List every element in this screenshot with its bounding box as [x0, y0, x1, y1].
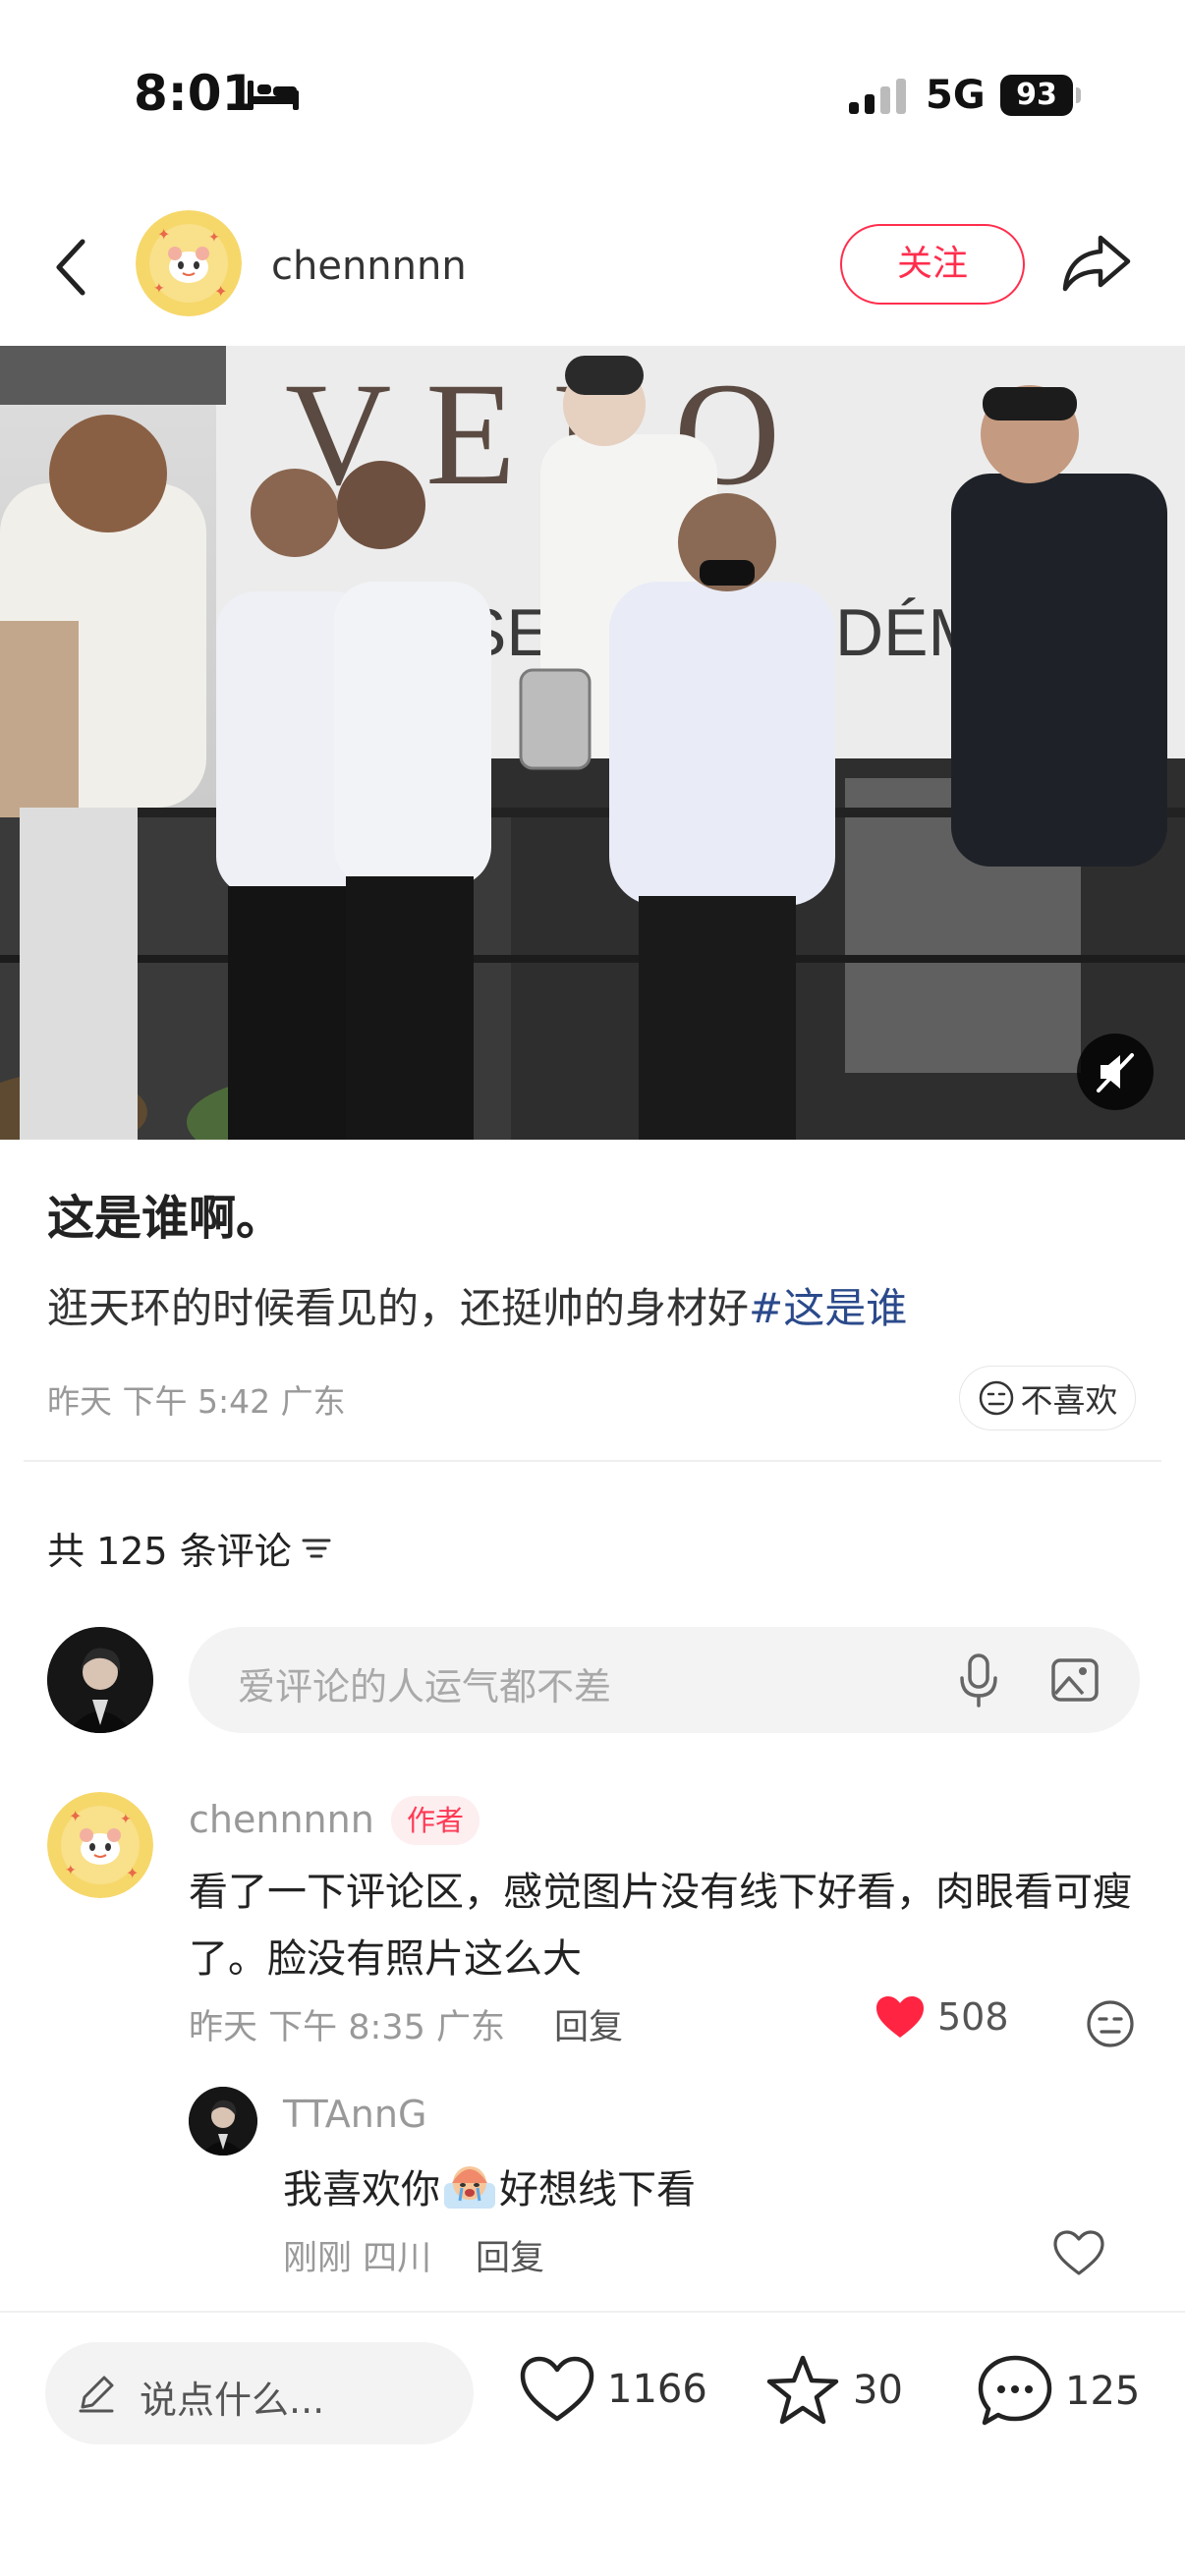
network-label: 5G	[926, 73, 986, 118]
meh-face-icon	[979, 1380, 1013, 1416]
post-photo[interactable]: V E L O SER DÉMA U	[0, 346, 1185, 1140]
reply-meta: 刚刚 四川	[283, 2239, 432, 2278]
comment-input[interactable]: 爱评论的人运气都不差	[189, 1627, 1140, 1733]
follow-button[interactable]: 关注	[840, 224, 1025, 305]
post-body: 逛天环的时候看见的，还挺帅的身材好#这是谁	[47, 1275, 907, 1335]
image-icon[interactable]	[1049, 1654, 1100, 1706]
svg-text:✦: ✦	[157, 225, 170, 244]
collect-button[interactable]: 30	[764, 2354, 903, 2427]
comment-like-count: 508	[937, 1995, 1009, 2039]
collect-count: 30	[853, 2368, 903, 2413]
comment-reply-button[interactable]: 回复	[554, 1999, 623, 2049]
post-hashtag[interactable]: #这是谁	[749, 1284, 907, 1332]
back-button[interactable]	[45, 236, 100, 299]
svg-text:✦: ✦	[120, 1812, 132, 1827]
my-avatar[interactable]	[47, 1627, 153, 1733]
divider	[24, 1460, 1161, 1462]
like-count: 1166	[607, 2367, 707, 2412]
reply-text[interactable]: 我喜欢你 好想线下看	[283, 2157, 696, 2214]
svg-text:✦: ✦	[208, 230, 220, 246]
pencil-icon	[79, 2376, 114, 2413]
reply-author-avatar[interactable]	[189, 2087, 257, 2156]
heart-icon	[520, 2356, 594, 2422]
author-username[interactable]: chennnnn	[271, 244, 467, 289]
dislike-post-button[interactable]: 不喜欢	[959, 1366, 1136, 1430]
author-avatar[interactable]: ✦ ✦ ✦ ✦	[136, 210, 242, 316]
share-icon[interactable]	[1061, 232, 1132, 295]
comment-input-placeholder: 爱评论的人运气都不差	[238, 1665, 612, 1708]
comment-count: 125	[1065, 2369, 1141, 2414]
sleep-mode-icon	[248, 81, 299, 110]
post-header: ✦ ✦ ✦ ✦ chennnnn 关注	[0, 208, 1185, 326]
reply-username[interactable]: TTAnnG	[283, 2093, 426, 2136]
comment-dislike-icon[interactable]	[1085, 1998, 1136, 2049]
crying-face-emoji-icon	[444, 2166, 495, 2209]
comment-count-label: 共 125 条评论	[47, 1530, 292, 1573]
comment-count-header[interactable]: 共 125 条评论	[47, 1521, 333, 1575]
post-photo-image: V E L O SER DÉMA U	[0, 346, 1185, 1140]
reply-reply-button[interactable]: 回复	[476, 2230, 544, 2280]
comment-meta: 昨天 下午 8:35 广东	[189, 2008, 505, 2047]
status-time: 8:01	[134, 65, 256, 122]
say-something-placeholder: 说点什么...	[140, 2379, 325, 2422]
status-bar: 8:01 5G 93	[0, 0, 1185, 187]
comment-bubble-icon	[978, 2355, 1052, 2426]
bottom-action-bar: 说点什么... 1166 30 125	[0, 2311, 1185, 2576]
battery-icon: 93	[1000, 75, 1081, 116]
say-something-input[interactable]: 说点什么...	[45, 2342, 474, 2444]
comment-author-avatar[interactable]: ✦ ✦ ✦ ✦	[47, 1792, 153, 1898]
reply-text-before: 我喜欢你	[283, 2167, 440, 2212]
signal-icon	[849, 79, 906, 114]
sort-icon[interactable]	[300, 1532, 333, 1565]
heart-outline-icon[interactable]	[1051, 2228, 1106, 2277]
microphone-icon[interactable]	[955, 1652, 1002, 1708]
comment-username[interactable]: chennnnn	[189, 1798, 374, 1841]
svg-text:✦: ✦	[214, 282, 227, 301]
mute-button[interactable]	[1077, 1034, 1154, 1110]
post-title: 这是谁啊。	[47, 1191, 284, 1246]
post-meta: 昨天 下午 5:42 广东	[47, 1382, 346, 1421]
svg-text:✦: ✦	[126, 1864, 139, 1882]
comment-like-button[interactable]: 508	[875, 1994, 1009, 2040]
like-button[interactable]: 1166	[519, 2354, 707, 2425]
battery-level: 93	[1000, 75, 1073, 116]
svg-text:✦: ✦	[65, 1863, 77, 1878]
heart-filled-icon	[876, 1996, 924, 2038]
svg-text:✦: ✦	[69, 1807, 82, 1825]
author-badge: 作者	[391, 1796, 480, 1845]
comment-text[interactable]: 看了一下评论区，感觉图片没有线下好看，肉眼看可瘦了。脸没有照片这么大	[189, 1859, 1144, 1992]
reply-text-after: 好想线下看	[499, 2167, 696, 2212]
svg-text:✦: ✦	[153, 281, 165, 297]
comment-button[interactable]: 125	[977, 2354, 1140, 2429]
post-body-text: 逛天环的时候看见的，还挺帅的身材好	[47, 1284, 750, 1332]
dislike-label: 不喜欢	[1020, 1381, 1118, 1420]
star-icon	[766, 2355, 839, 2425]
